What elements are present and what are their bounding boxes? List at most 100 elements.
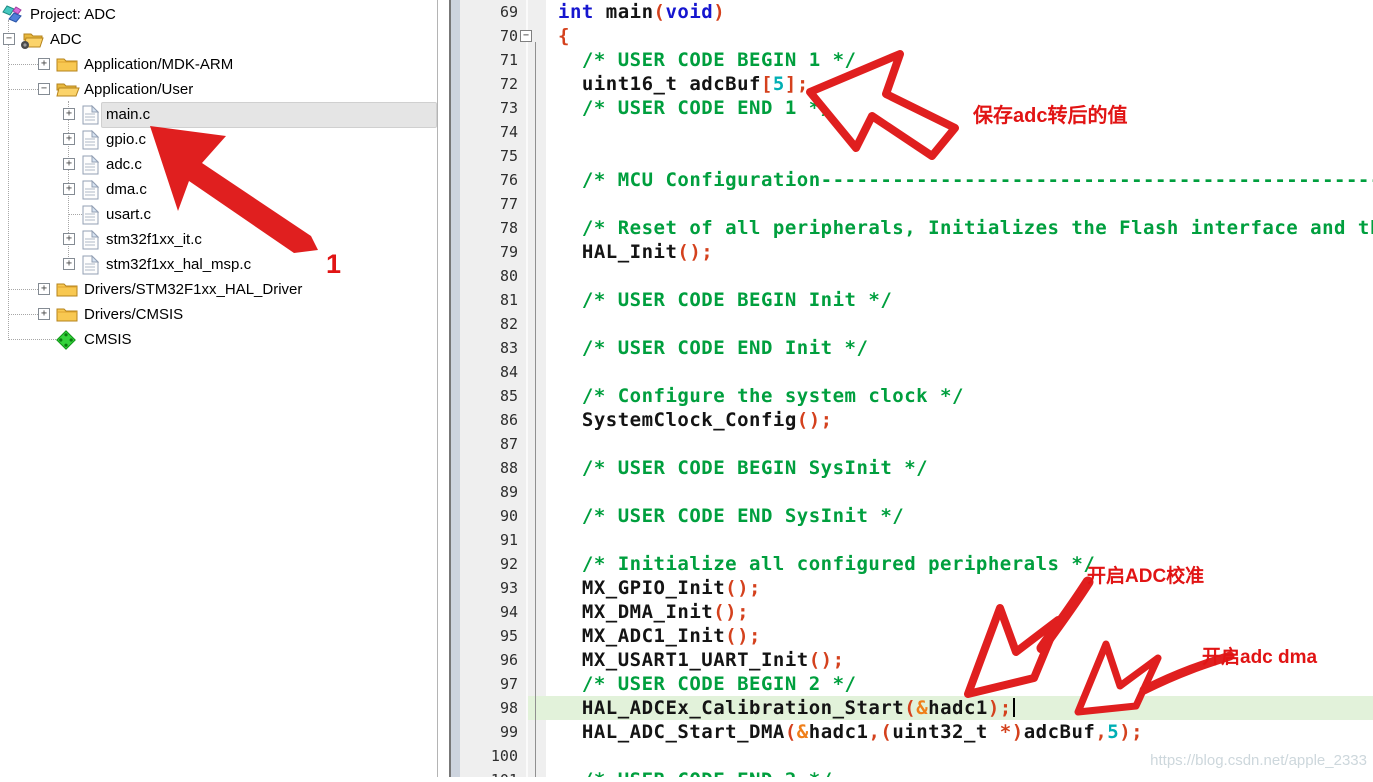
code-line-94: 94 MX_DMA_Init();: [460, 600, 1373, 624]
sidebar-item-application-user[interactable]: −Application/User: [0, 77, 449, 102]
code-text[interactable]: /* Configure the system clock */: [546, 384, 1373, 408]
folder-closed-icon: [56, 55, 78, 75]
line-number[interactable]: 70: [460, 24, 526, 48]
code-text[interactable]: uint16_t adcBuf[5];: [546, 72, 1373, 96]
code-line-98: 98 HAL_ADCEx_Calibration_Start(&hadc1);: [460, 696, 1373, 720]
code-text[interactable]: HAL_ADCEx_Calibration_Start(&hadc1);: [546, 696, 1373, 720]
line-number[interactable]: 74: [460, 120, 526, 144]
code-text[interactable]: MX_USART1_UART_Init();: [546, 648, 1373, 672]
sidebar-item-adc[interactable]: −ADC: [0, 27, 449, 52]
code-text[interactable]: /* USER CODE BEGIN 2 */: [546, 672, 1373, 696]
code-text[interactable]: {: [546, 24, 1373, 48]
line-number[interactable]: 89: [460, 480, 526, 504]
sidebar-item-stm32f1xx-it-c[interactable]: +stm32f1xx_it.c: [0, 227, 449, 252]
line-number[interactable]: 80: [460, 264, 526, 288]
code-text[interactable]: HAL_ADC_Start_DMA(&hadc1,(uint32_t *)adc…: [546, 720, 1373, 744]
line-number[interactable]: 83: [460, 336, 526, 360]
sidebar-item-main-c[interactable]: +main.c: [0, 102, 449, 127]
sidebar-item-gpio-c[interactable]: +gpio.c: [0, 127, 449, 152]
line-number[interactable]: 76: [460, 168, 526, 192]
code-text[interactable]: [546, 312, 1373, 336]
code-text[interactable]: [546, 480, 1373, 504]
code-text[interactable]: /* Reset of all peripherals, Initializes…: [546, 216, 1373, 240]
code-text[interactable]: [546, 432, 1373, 456]
expand-toggle-icon[interactable]: +: [63, 158, 75, 170]
line-number[interactable]: 101: [460, 768, 526, 777]
line-number[interactable]: 71: [460, 48, 526, 72]
sidebar-item-usart-c[interactable]: usart.c: [0, 202, 449, 227]
fold-margin: [526, 264, 546, 288]
line-number[interactable]: 75: [460, 144, 526, 168]
code-text[interactable]: [546, 264, 1373, 288]
sidebar-item-label: stm32f1xx_hal_msp.c: [106, 256, 251, 273]
code-text[interactable]: /* Initialize all configured peripherals…: [546, 552, 1373, 576]
expand-toggle-icon[interactable]: +: [63, 258, 75, 270]
line-number[interactable]: 73: [460, 96, 526, 120]
code-text[interactable]: /* USER CODE END Init */: [546, 336, 1373, 360]
code-text[interactable]: /* MCU Configuration--------------------…: [546, 168, 1373, 192]
sidebar-item-dma-c[interactable]: +dma.c: [0, 177, 449, 202]
line-number[interactable]: 79: [460, 240, 526, 264]
code-text[interactable]: SystemClock_Config();: [546, 408, 1373, 432]
code-text[interactable]: /* USER CODE END 2 */: [546, 768, 1373, 777]
expand-toggle-icon[interactable]: +: [63, 133, 75, 145]
expand-toggle-icon[interactable]: +: [38, 308, 50, 320]
expand-toggle-icon[interactable]: +: [38, 283, 50, 295]
line-number[interactable]: 98: [460, 696, 526, 720]
line-number[interactable]: 97: [460, 672, 526, 696]
sidebar-item-project-adc[interactable]: Project: ADC: [0, 2, 449, 27]
line-number[interactable]: 88: [460, 456, 526, 480]
panel-divider[interactable]: [437, 0, 438, 777]
code-text[interactable]: [546, 192, 1373, 216]
code-text[interactable]: [546, 360, 1373, 384]
line-number[interactable]: 96: [460, 648, 526, 672]
line-number[interactable]: 82: [460, 312, 526, 336]
line-number[interactable]: 94: [460, 600, 526, 624]
code-text[interactable]: [546, 120, 1373, 144]
collapse-toggle-icon[interactable]: −: [3, 33, 15, 45]
sidebar-item-adc-c[interactable]: +adc.c: [0, 152, 449, 177]
line-number[interactable]: 100: [460, 744, 526, 768]
code-text[interactable]: /* USER CODE BEGIN Init */: [546, 288, 1373, 312]
line-number[interactable]: 77: [460, 192, 526, 216]
code-text[interactable]: HAL_Init();: [546, 240, 1373, 264]
collapse-toggle-icon[interactable]: −: [38, 83, 50, 95]
sidebar-item-drivers-cmsis[interactable]: +Drivers/CMSIS: [0, 302, 449, 327]
code-text[interactable]: MX_DMA_Init();: [546, 600, 1373, 624]
sidebar-item-cmsis[interactable]: CMSIS: [0, 327, 449, 352]
expand-toggle-icon[interactable]: +: [38, 58, 50, 70]
sidebar-item-stm32f1xx-hal-msp-c[interactable]: + stm32f1xx_hal_msp.c: [0, 252, 449, 277]
line-number[interactable]: 81: [460, 288, 526, 312]
expand-toggle-icon[interactable]: +: [63, 233, 75, 245]
line-number[interactable]: 91: [460, 528, 526, 552]
line-number[interactable]: 72: [460, 72, 526, 96]
fold-margin: [526, 648, 546, 672]
code-line-74: 74: [460, 120, 1373, 144]
line-number[interactable]: 78: [460, 216, 526, 240]
line-number[interactable]: 85: [460, 384, 526, 408]
line-number[interactable]: 95: [460, 624, 526, 648]
expand-toggle-icon[interactable]: +: [63, 108, 75, 120]
line-number[interactable]: 87: [460, 432, 526, 456]
code-text[interactable]: /* USER CODE BEGIN SysInit */: [546, 456, 1373, 480]
code-text[interactable]: /* USER CODE BEGIN 1 */: [546, 48, 1373, 72]
line-number[interactable]: 92: [460, 552, 526, 576]
line-number[interactable]: 90: [460, 504, 526, 528]
sidebar-item-drivers-stm32f1xx-hal-driver[interactable]: +Drivers/STM32F1xx_HAL_Driver: [0, 277, 449, 302]
expand-toggle-icon[interactable]: +: [63, 183, 75, 195]
code-text[interactable]: [546, 144, 1373, 168]
line-number[interactable]: 86: [460, 408, 526, 432]
code-text[interactable]: MX_ADC1_Init();: [546, 624, 1373, 648]
line-number[interactable]: 99: [460, 720, 526, 744]
code-text[interactable]: /* USER CODE END SysInit */: [546, 504, 1373, 528]
code-line-95: 95 MX_ADC1_Init();: [460, 624, 1373, 648]
line-number[interactable]: 69: [460, 0, 526, 24]
line-number[interactable]: 84: [460, 360, 526, 384]
code-text[interactable]: /* USER CODE END 1 */: [546, 96, 1373, 120]
code-text[interactable]: MX_GPIO_Init();: [546, 576, 1373, 600]
fold-collapse-box[interactable]: −: [520, 30, 532, 42]
code-text[interactable]: int main(void): [546, 0, 1373, 24]
code-text[interactable]: [546, 528, 1373, 552]
sidebar-item-application-mdk-arm[interactable]: +Application/MDK-ARM: [0, 52, 449, 77]
line-number[interactable]: 93: [460, 576, 526, 600]
